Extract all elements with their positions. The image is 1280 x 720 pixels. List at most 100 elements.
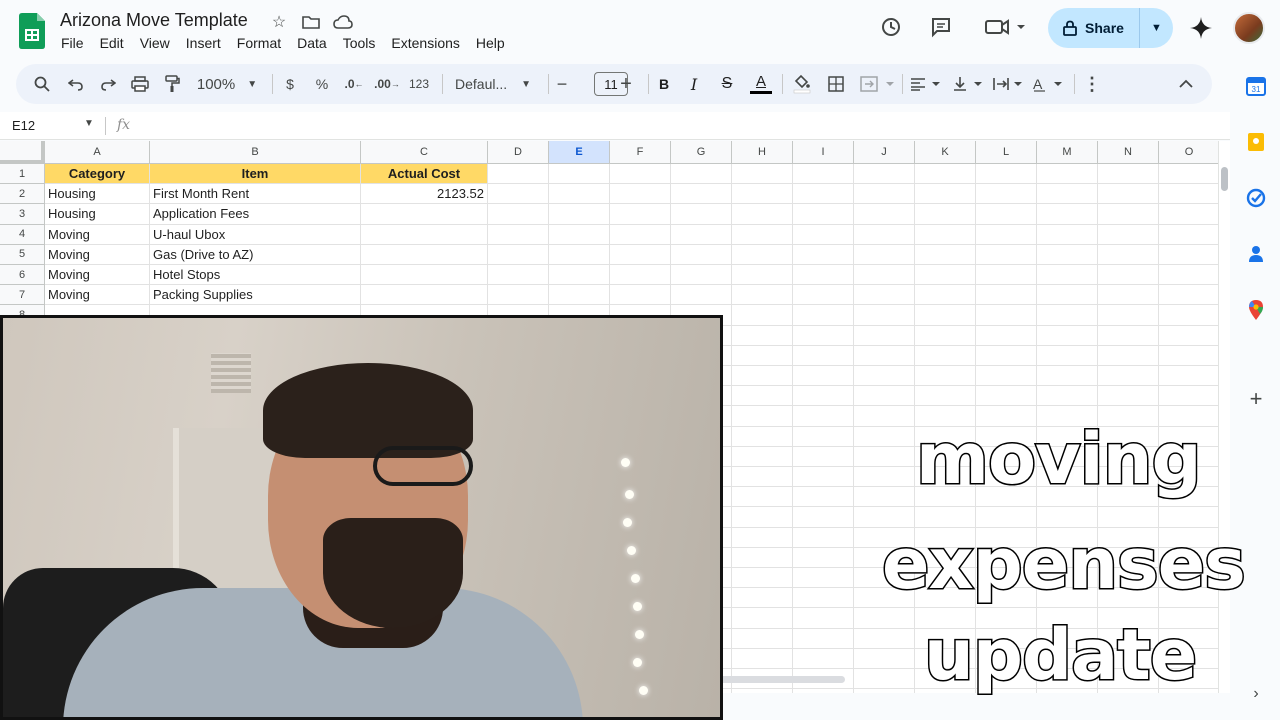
percent-format-button[interactable]: % [312, 64, 332, 104]
row-header[interactable]: 4 [0, 224, 45, 245]
select-all-corner[interactable] [0, 141, 45, 164]
column-header-l[interactable]: L [976, 141, 1037, 164]
cell-item[interactable]: U-haul Ubox [150, 225, 360, 244]
column-header-f[interactable]: F [610, 141, 671, 164]
cell-item[interactable]: Hotel Stops [150, 265, 360, 284]
vertical-align-icon[interactable] [950, 64, 986, 104]
more-options-icon[interactable]: ⋮ [1082, 64, 1102, 104]
vertical-scrollbar[interactable] [1218, 141, 1230, 693]
column-header-j[interactable]: J [854, 141, 915, 164]
cell-category[interactable]: Housing [45, 184, 149, 203]
currency-format-button[interactable]: $ [280, 64, 300, 104]
share-button[interactable]: Share ▼ [1048, 8, 1173, 48]
horizontal-scrollbar-thumb[interactable] [720, 676, 845, 683]
menu-format[interactable]: Format [237, 35, 281, 51]
search-menus-icon[interactable] [30, 64, 54, 104]
text-color-button[interactable]: A [748, 64, 774, 104]
row-header[interactable]: 2 [0, 184, 45, 205]
menu-file[interactable]: File [61, 35, 84, 51]
menu-insert[interactable]: Insert [186, 35, 221, 51]
keep-icon[interactable] [1246, 132, 1266, 152]
chevron-down-icon[interactable]: ▼ [84, 118, 94, 129]
column-header-e[interactable]: E [549, 141, 610, 164]
column-header-a[interactable]: A [45, 141, 150, 164]
collapse-toolbar-icon[interactable] [1174, 64, 1198, 104]
borders-icon[interactable] [824, 64, 848, 104]
tasks-icon[interactable] [1246, 188, 1266, 208]
row-header[interactable]: 1 [0, 164, 45, 185]
menu-view[interactable]: View [140, 35, 170, 51]
sheets-logo-icon[interactable] [19, 13, 45, 49]
bold-button[interactable]: B [654, 64, 674, 104]
cell-cost[interactable] [361, 245, 487, 264]
row-header[interactable]: 5 [0, 244, 45, 265]
cell-category[interactable]: Housing [45, 204, 149, 223]
row-header[interactable]: 3 [0, 204, 45, 225]
menu-extensions[interactable]: Extensions [391, 35, 459, 51]
cell-item[interactable]: Gas (Drive to AZ) [150, 245, 360, 264]
column-header-o[interactable]: O [1159, 141, 1218, 164]
menu-tools[interactable]: Tools [343, 35, 376, 51]
header-cell[interactable]: Actual Cost [361, 164, 487, 184]
column-header-d[interactable]: D [488, 141, 549, 164]
header-cell[interactable]: Item [150, 164, 360, 184]
header-cell[interactable]: Category [45, 164, 149, 184]
cell-cost[interactable] [361, 285, 487, 304]
cloud-status-icon[interactable] [332, 12, 354, 32]
cell-cost[interactable] [361, 204, 487, 223]
row-header[interactable]: 6 [0, 265, 45, 286]
column-header-m[interactable]: M [1037, 141, 1098, 164]
menu-edit[interactable]: Edit [100, 35, 124, 51]
increase-decimal-button[interactable]: .00 → [374, 64, 400, 104]
column-header-k[interactable]: K [915, 141, 976, 164]
version-history-icon[interactable] [878, 14, 904, 40]
cell-item[interactable]: First Month Rent [150, 184, 360, 203]
text-wrapping-icon[interactable] [990, 64, 1026, 104]
cell-cost[interactable] [361, 265, 487, 284]
menu-data[interactable]: Data [297, 35, 327, 51]
column-header-i[interactable]: I [793, 141, 854, 164]
column-header-c[interactable]: C [361, 141, 488, 164]
menu-help[interactable]: Help [476, 35, 505, 51]
cell-category[interactable]: Moving [45, 245, 149, 264]
column-header-h[interactable]: H [732, 141, 793, 164]
font-family-select[interactable]: Defaul... ▼ [450, 64, 536, 104]
column-header-b[interactable]: B [150, 141, 361, 164]
increase-font-size-button[interactable]: + [616, 64, 636, 104]
vertical-scrollbar-thumb[interactable] [1221, 167, 1228, 191]
redo-icon[interactable] [96, 64, 120, 104]
star-icon[interactable]: ☆ [268, 12, 290, 32]
cell-category[interactable]: Moving [45, 225, 149, 244]
add-addon-icon[interactable]: + [1246, 386, 1266, 411]
move-folder-icon[interactable] [300, 12, 322, 32]
gemini-sparkle-icon[interactable] [1188, 14, 1214, 42]
maps-icon[interactable] [1246, 300, 1266, 320]
cell-cost[interactable]: 2123.52 [361, 184, 487, 203]
cell-category[interactable]: Moving [45, 285, 149, 304]
more-formats-button[interactable]: 123 [406, 64, 432, 104]
paint-format-icon[interactable] [160, 64, 184, 104]
cell-item[interactable]: Application Fees [150, 204, 360, 223]
strikethrough-button[interactable]: S [716, 64, 738, 104]
print-icon[interactable] [128, 64, 152, 104]
cell-item[interactable]: Packing Supplies [150, 285, 360, 304]
cell-category[interactable]: Moving [45, 265, 149, 284]
cell-cost[interactable] [361, 225, 487, 244]
text-rotation-icon[interactable]: A [1030, 64, 1066, 104]
column-header-n[interactable]: N [1098, 141, 1159, 164]
column-header-g[interactable]: G [671, 141, 732, 164]
meet-icon[interactable] [983, 14, 1027, 40]
italic-button[interactable]: I [684, 64, 704, 104]
expand-panel-icon[interactable]: › [1246, 684, 1266, 704]
share-dropdown-icon[interactable]: ▼ [1140, 22, 1173, 34]
row-header[interactable]: 7 [0, 285, 45, 306]
calendar-icon[interactable]: 31 [1246, 76, 1266, 96]
avatar[interactable] [1233, 12, 1265, 44]
merge-cells-icon[interactable] [858, 64, 898, 104]
fill-color-icon[interactable] [790, 64, 814, 104]
name-box[interactable]: E12 [12, 118, 35, 133]
zoom-select[interactable]: 100% ▼ [194, 64, 260, 104]
decrease-font-size-button[interactable]: − [554, 64, 570, 104]
decrease-decimal-button[interactable]: .0 ← [342, 64, 366, 104]
contacts-icon[interactable] [1246, 244, 1266, 264]
